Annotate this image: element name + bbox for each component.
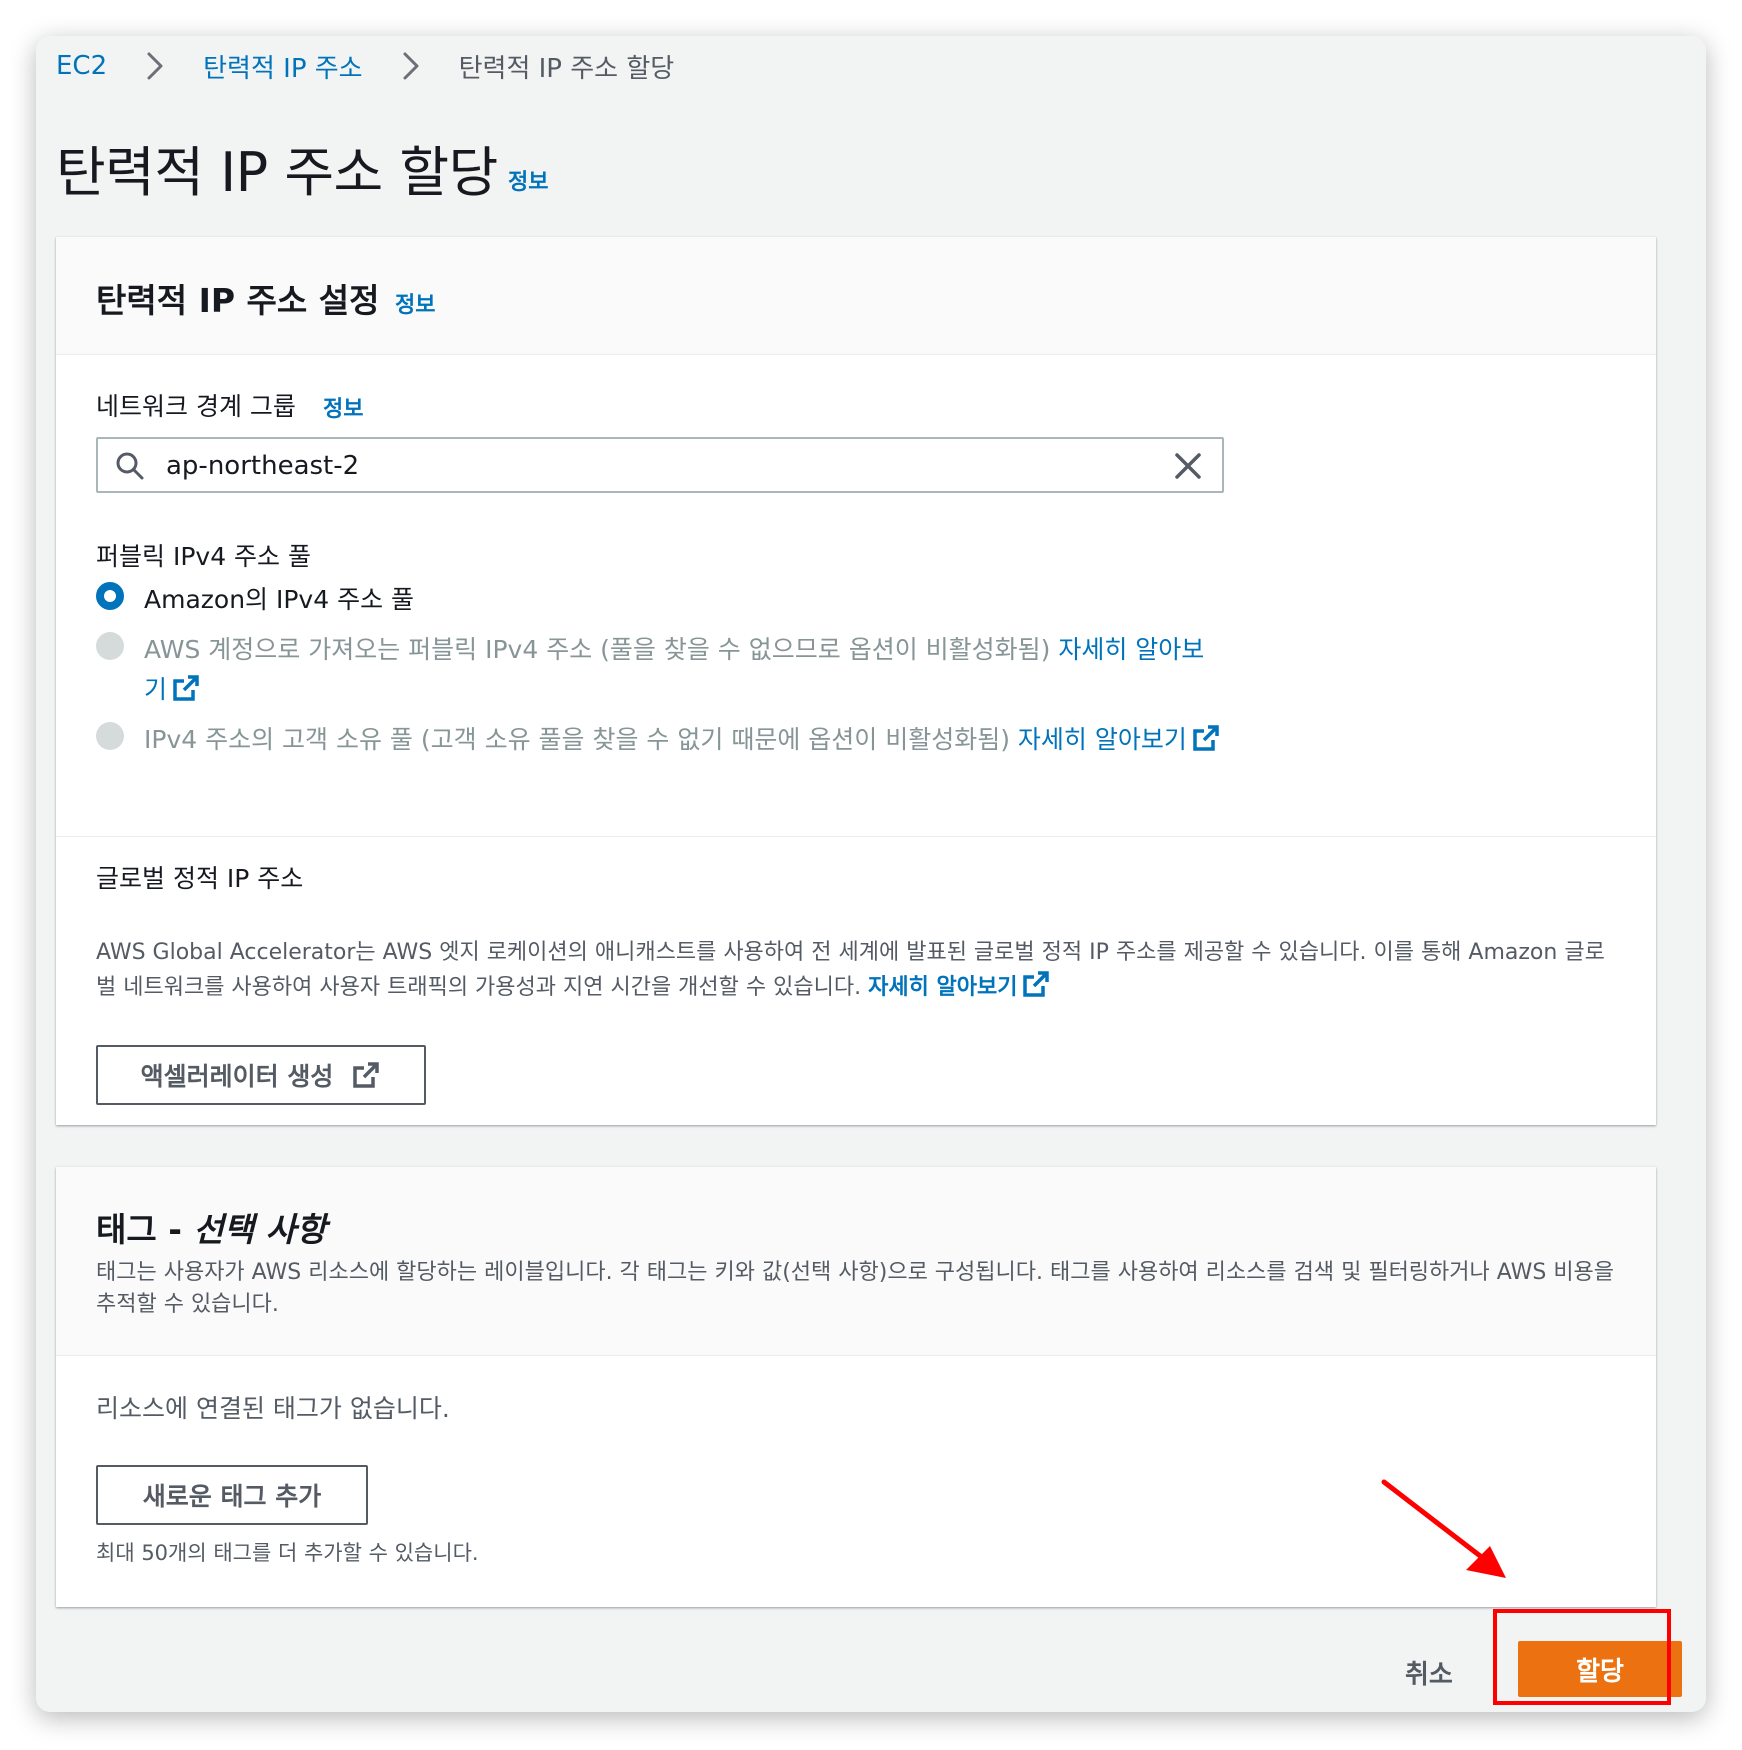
external-link-icon bbox=[1191, 723, 1221, 753]
no-tags-message: 리소스에 연결된 태그가 없습니다. bbox=[96, 1394, 450, 1423]
learn-more-link[interactable]: 자세히 알아보기 bbox=[1018, 725, 1187, 754]
pool-option-coip-label: IPv4 주소의 고객 소유 풀 (고객 소유 풀을 찾을 수 없기 때문에 옵… bbox=[144, 720, 1224, 760]
network-border-group-value: ap-northeast-2 bbox=[166, 451, 360, 481]
settings-panel-header: 탄력적 IP 주소 설정 정보 bbox=[56, 237, 1656, 355]
add-tag-button[interactable]: 새로운 태그 추가 bbox=[96, 1465, 368, 1525]
red-arrow-annotation bbox=[1381, 1479, 1506, 1578]
network-border-group-info-link[interactable]: 정보 bbox=[323, 391, 363, 423]
radio-selected[interactable] bbox=[96, 582, 124, 610]
red-highlight-box bbox=[1493, 1609, 1671, 1705]
settings-info-link[interactable]: 정보 bbox=[395, 287, 435, 319]
cancel-button[interactable]: 취소 bbox=[1405, 1654, 1453, 1691]
external-link-icon bbox=[351, 1060, 381, 1090]
external-link-icon bbox=[171, 673, 201, 703]
network-border-group-select[interactable]: ap-northeast-2 bbox=[96, 437, 1224, 493]
page-title: 탄력적 IP 주소 할당 bbox=[56, 141, 498, 204]
search-icon bbox=[114, 450, 146, 482]
tags-panel-title: 태그 - 선택 사항 bbox=[96, 1210, 327, 1249]
tags-description: 태그는 사용자가 AWS 리소스에 할당하는 레이블입니다. 각 태그는 키와 … bbox=[96, 1260, 1615, 1317]
tag-limit-hint: 최대 50개의 태그를 더 추가할 수 있습니다. bbox=[96, 1541, 479, 1565]
external-link-icon bbox=[1021, 969, 1051, 999]
radio-disabled bbox=[96, 632, 124, 660]
breadcrumb: EC2 탄력적 IP 주소 탄력적 IP 주소 할당 bbox=[56, 46, 674, 86]
chevron-right-icon bbox=[133, 46, 177, 86]
global-accelerator-description: AWS Global Accelerator는 AWS 엣지 로케이션의 애니캐… bbox=[96, 940, 1605, 1000]
close-icon[interactable] bbox=[1172, 450, 1204, 482]
chevron-right-icon bbox=[389, 46, 433, 86]
global-static-ip-label: 글로벌 정적 IP 주소 bbox=[96, 864, 304, 893]
public-ipv4-pool-label: 퍼블릭 IPv4 주소 풀 bbox=[96, 542, 311, 571]
radio-disabled bbox=[96, 722, 124, 750]
create-accelerator-button[interactable]: 액셀러레이터 생성 bbox=[96, 1045, 426, 1105]
network-border-group-label: 네트워크 경계 그룹 bbox=[96, 392, 296, 421]
settings-panel-title: 탄력적 IP 주소 설정 bbox=[96, 281, 380, 320]
divider bbox=[56, 836, 1656, 837]
settings-panel: 탄력적 IP 주소 설정 정보 네트워크 경계 그룹 정보 ap-northea… bbox=[56, 237, 1656, 1125]
tags-panel-header: 태그 - 선택 사항 태그는 사용자가 AWS 리소스에 할당하는 레이블입니다… bbox=[56, 1167, 1656, 1356]
breadcrumb-ec2[interactable]: EC2 bbox=[56, 51, 107, 81]
breadcrumb-elastic-ips[interactable]: 탄력적 IP 주소 bbox=[203, 48, 362, 85]
learn-more-link[interactable]: 자세히 알아보기 bbox=[868, 975, 1017, 1000]
pool-option-amazon-label: Amazon의 IPv4 주소 풀 bbox=[144, 585, 415, 614]
pool-option-byoip-label: AWS 계정으로 가져오는 퍼블릭 IPv4 주소 (풀을 찾을 수 없으므로 … bbox=[144, 635, 1205, 704]
page-info-link[interactable]: 정보 bbox=[508, 164, 548, 196]
breadcrumb-current: 탄력적 IP 주소 할당 bbox=[458, 53, 675, 84]
